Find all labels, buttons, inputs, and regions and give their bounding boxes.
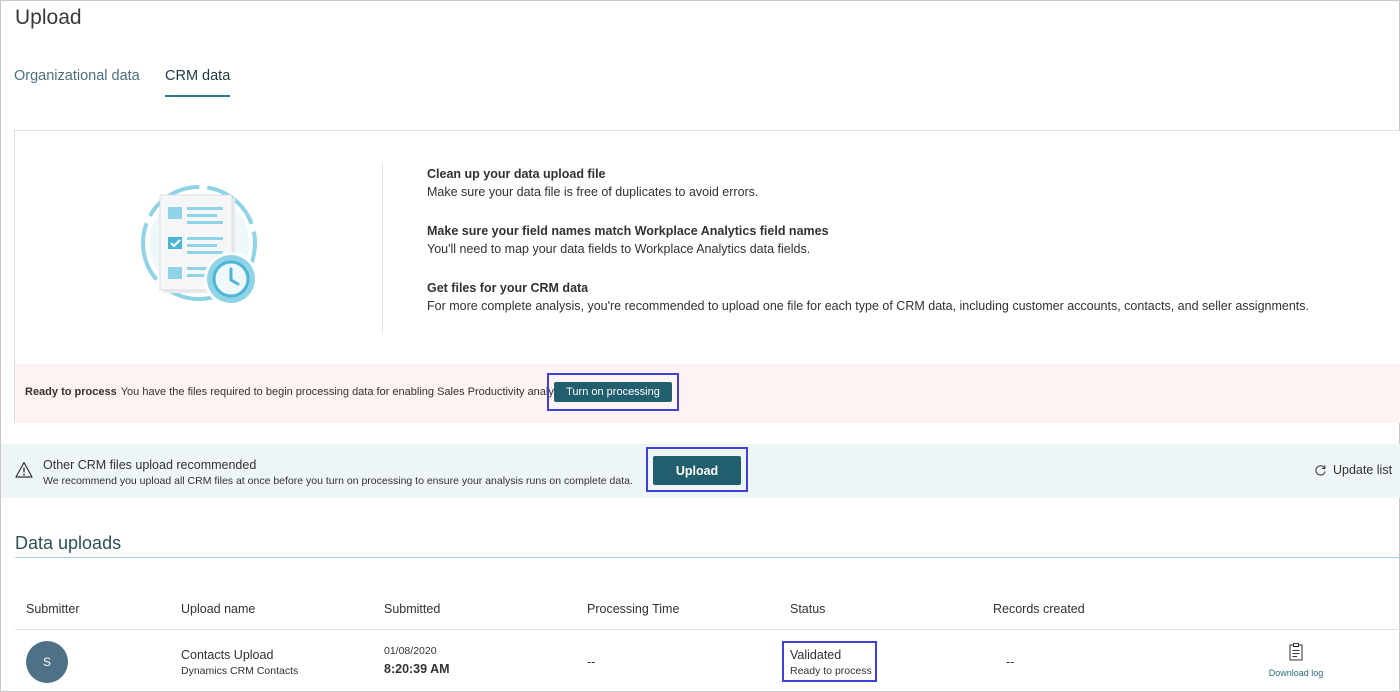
column-header-status[interactable]: Status	[790, 602, 825, 616]
checklist-clock-illustration	[141, 185, 258, 306]
section-divider	[15, 557, 1400, 558]
tip-item: Make sure your field names match Workpla…	[427, 223, 1387, 258]
column-header-records-created[interactable]: Records created	[993, 602, 1085, 616]
status-value: Validated	[790, 648, 842, 662]
document-icon	[1289, 643, 1303, 661]
data-uploads-title: Data uploads	[15, 533, 122, 553]
processing-time: --	[587, 655, 596, 669]
tips-list: Clean up your data upload file Make sure…	[427, 166, 1387, 337]
upload-highlight: Upload	[646, 447, 748, 492]
avatar: S	[26, 641, 68, 683]
column-header-processing-time[interactable]: Processing Time	[587, 602, 679, 616]
submitted-date: 01/08/2020	[384, 645, 437, 657]
tip-description: You'll need to map your data fields to W…	[427, 242, 811, 256]
tab-organizational-data[interactable]: Organizational data	[14, 68, 140, 97]
tip-title: Clean up your data upload file	[427, 167, 606, 181]
refresh-icon	[1315, 464, 1326, 476]
ready-label: Ready to process	[25, 386, 117, 398]
ready-to-process-bar: Ready to process You have the files requi…	[15, 364, 1400, 423]
page-title: Upload	[15, 6, 82, 29]
recommendation-title: Other CRM files upload recommended	[43, 458, 257, 472]
download-log-link[interactable]: Download log	[1266, 643, 1326, 678]
tab-crm-data[interactable]: CRM data	[165, 68, 231, 97]
status-subtext: Ready to process	[790, 665, 872, 677]
column-header-submitted[interactable]: Submitted	[384, 602, 440, 616]
upload-type: Dynamics CRM Contacts	[181, 665, 299, 677]
ready-description: You have the files required to begin pro…	[120, 386, 571, 398]
ready-message: Ready to process You have the files requi…	[25, 386, 570, 398]
download-log-label: Download log	[1268, 668, 1324, 678]
tip-title: Make sure your field names match Workpla…	[427, 224, 829, 238]
column-header-submitter[interactable]: Submitter	[26, 602, 80, 616]
tip-title: Get files for your CRM data	[427, 281, 589, 295]
warning-icon	[15, 461, 33, 478]
tip-item: Get files for your CRM data For more com…	[427, 280, 1387, 315]
table-header-divider	[15, 629, 1400, 630]
turn-on-processing-highlight: Turn on processing	[547, 373, 679, 411]
upload-recommendation-bar: Other CRM files upload recommended We re…	[1, 444, 1400, 498]
tip-description: Make sure your data file is free of dupl…	[427, 185, 759, 199]
guidance-card: Clean up your data upload file Make sure…	[14, 130, 1400, 423]
update-list-label: Update list	[1333, 463, 1393, 477]
turn-on-processing-button[interactable]: Turn on processing	[554, 382, 672, 402]
records-created: --	[1006, 655, 1015, 669]
submitted-time: 8:20:39 AM	[384, 662, 450, 676]
tip-item: Clean up your data upload file Make sure…	[427, 166, 1387, 201]
tip-description: For more complete analysis, you're recom…	[427, 299, 1309, 313]
upload-name: Contacts Upload	[181, 648, 274, 662]
card-divider	[382, 164, 383, 332]
update-list-button[interactable]: Update list	[1314, 463, 1392, 477]
column-header-upload-name[interactable]: Upload name	[181, 602, 255, 616]
recommendation-description: We recommend you upload all CRM files at…	[43, 475, 633, 487]
upload-button[interactable]: Upload	[653, 456, 741, 485]
